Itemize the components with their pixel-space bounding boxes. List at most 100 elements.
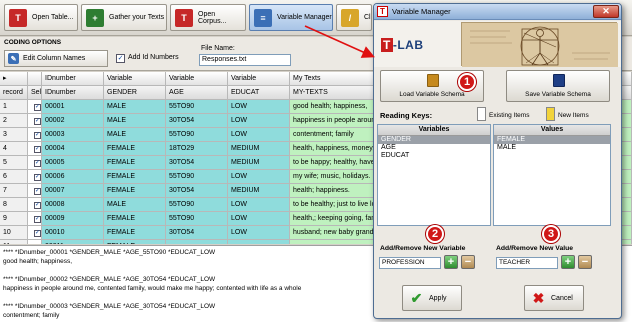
cell-age[interactable]: 18TO29 — [166, 142, 228, 156]
cell-age[interactable]: 55TO90 — [166, 212, 228, 226]
cell-rec[interactable]: 10 — [0, 226, 28, 240]
remove-variable-button[interactable]: − — [461, 255, 475, 269]
variables-list[interactable]: Variables GENDER AGE EDUCAT — [377, 124, 491, 226]
row-select-checkbox[interactable]: ✓ — [28, 240, 42, 244]
list-item[interactable]: GENDER — [378, 136, 490, 144]
cell-id[interactable]: 00009 — [42, 212, 104, 226]
cell-educat[interactable]: MEDIUM — [228, 156, 290, 170]
row-select-checkbox[interactable]: ✓ — [28, 142, 42, 156]
cell-rec[interactable]: 7 — [0, 184, 28, 198]
cell-educat[interactable]: LOW — [228, 198, 290, 212]
list-item[interactable]: MALE — [494, 144, 610, 152]
checkbox[interactable]: ✓ — [34, 202, 41, 209]
add-variable-button[interactable]: + — [444, 255, 458, 269]
header-gender[interactable]: GENDER — [104, 86, 166, 100]
cell-gender[interactable]: MALE — [104, 128, 166, 142]
file-name-input[interactable]: Responses.txt — [199, 54, 291, 66]
cell-id[interactable]: 00008 — [42, 198, 104, 212]
cell-age[interactable]: 30TO54 — [166, 184, 228, 198]
variable-manager-button[interactable]: ≡ Variable Manager — [249, 4, 333, 31]
cell-age[interactable]: 30TO54 — [166, 114, 228, 128]
cell-age[interactable]: 55TO90 — [166, 128, 228, 142]
row-select-checkbox[interactable]: ✓ — [28, 198, 42, 212]
header-record[interactable]: record — [0, 86, 28, 100]
cell-gender[interactable]: FEMALE — [104, 184, 166, 198]
cell-age[interactable]: 55TO90 — [166, 198, 228, 212]
edit-column-names-button[interactable]: ✎ Edit Column Names — [4, 50, 108, 67]
remove-value-button[interactable]: − — [578, 255, 592, 269]
header-type-id[interactable]: IDnumber — [42, 72, 104, 86]
cancel-button[interactable]: ✖ Cancel — [524, 285, 584, 311]
list-item[interactable]: FEMALE — [494, 136, 610, 144]
row-select-checkbox[interactable]: ✓ — [28, 100, 42, 114]
open-corpus-button[interactable]: T Open Corpus... — [170, 4, 246, 31]
cell-gender[interactable]: FEMALE — [104, 142, 166, 156]
checkbox[interactable]: ✓ — [34, 118, 41, 125]
cell-educat[interactable]: LOW — [228, 212, 290, 226]
checkbox[interactable]: ✓ — [34, 174, 41, 181]
list-item[interactable]: EDUCAT — [378, 152, 490, 160]
list-item[interactable]: AGE — [378, 144, 490, 152]
cell-rec[interactable]: 9 — [0, 212, 28, 226]
cell-id[interactable]: 00005 — [42, 156, 104, 170]
cell-gender[interactable]: FEMALE — [104, 212, 166, 226]
checkbox[interactable]: ✓ — [34, 216, 41, 223]
add-value-button[interactable]: + — [561, 255, 575, 269]
open-table-button[interactable]: T Open Table... — [4, 4, 78, 31]
header-type-educat[interactable]: Variable — [228, 72, 290, 86]
header-sel[interactable]: Sel — [28, 86, 42, 100]
cell-rec[interactable]: 5 — [0, 156, 28, 170]
cell-id[interactable]: 00010 — [42, 226, 104, 240]
checkbox[interactable]: ✓ — [34, 104, 41, 111]
cell-educat[interactable]: LOW — [228, 114, 290, 128]
cell-educat[interactable]: LOW — [228, 226, 290, 240]
clean-button[interactable]: / Cl — [336, 4, 372, 31]
header-educat[interactable]: EDUCAT — [228, 86, 290, 100]
cell-id[interactable]: 00006 — [42, 170, 104, 184]
checkbox[interactable]: ✓ — [34, 146, 41, 153]
checkbox[interactable]: ✓ — [34, 230, 41, 237]
cell-educat[interactable]: MEDIUM — [228, 184, 290, 198]
cell-gender[interactable]: FEMALE — [104, 170, 166, 184]
header-age[interactable]: AGE — [166, 86, 228, 100]
header-type-age[interactable]: Variable — [166, 72, 228, 86]
row-select-checkbox[interactable]: ✓ — [28, 170, 42, 184]
cell-educat[interactable]: LOW — [228, 100, 290, 114]
cell-educat[interactable]: LOW — [228, 170, 290, 184]
cell-age[interactable]: 55TO90 — [166, 170, 228, 184]
cell-rec[interactable]: 1 — [0, 100, 28, 114]
cell-rec[interactable]: 11 — [0, 240, 28, 244]
row-select-checkbox[interactable]: ✓ — [28, 184, 42, 198]
checkbox[interactable]: ✓ — [34, 188, 41, 195]
new-variable-input[interactable]: PROFESSION — [379, 257, 441, 269]
cell-id[interactable]: 00011 — [42, 240, 104, 244]
cell-rec[interactable]: 8 — [0, 198, 28, 212]
save-variable-schema-button[interactable]: Save Variable Schema — [506, 70, 610, 102]
new-value-input[interactable]: TEACHER — [496, 257, 558, 269]
gather-texts-button[interactable]: + Gather your Texts — [81, 4, 167, 31]
cell-id[interactable]: 00003 — [42, 128, 104, 142]
checkbox[interactable]: ✓ — [34, 160, 41, 167]
row-select-checkbox[interactable]: ✓ — [28, 226, 42, 240]
add-id-numbers-checkbox[interactable]: ✓ — [116, 54, 125, 63]
cell-age[interactable] — [166, 240, 228, 244]
cell-gender[interactable]: MALE — [104, 198, 166, 212]
row-select-checkbox[interactable]: ✓ — [28, 212, 42, 226]
cell-id[interactable]: 00002 — [42, 114, 104, 128]
values-list[interactable]: Values FEMALE MALE — [493, 124, 611, 226]
dialog-titlebar[interactable]: T Variable Manager ✕ — [374, 4, 621, 20]
checkbox[interactable]: ✓ — [34, 132, 41, 139]
cell-gender[interactable]: MALE — [104, 114, 166, 128]
cell-age[interactable]: 30TO54 — [166, 226, 228, 240]
row-select-checkbox[interactable]: ✓ — [28, 114, 42, 128]
cell-educat[interactable]: MEDIUM — [228, 142, 290, 156]
cell-rec[interactable]: 4 — [0, 142, 28, 156]
cell-age[interactable]: 30TO54 — [166, 156, 228, 170]
cell-rec[interactable]: 2 — [0, 114, 28, 128]
cell-gender[interactable]: FEMALE — [104, 240, 166, 244]
cell-rec[interactable]: 6 — [0, 170, 28, 184]
cell-gender[interactable]: FEMALE — [104, 226, 166, 240]
cell-age[interactable]: 55TO90 — [166, 100, 228, 114]
cell-id[interactable]: 00004 — [42, 142, 104, 156]
row-select-checkbox[interactable]: ✓ — [28, 128, 42, 142]
